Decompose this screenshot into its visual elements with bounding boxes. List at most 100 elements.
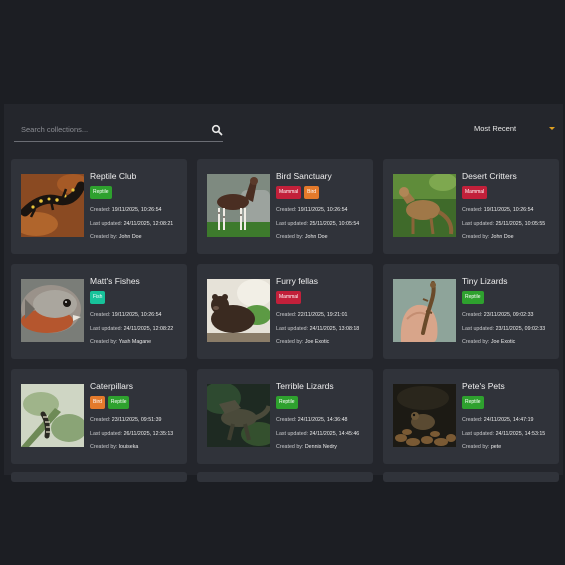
created-date-value: 23/11/2025, 09:02:33 xyxy=(483,312,534,318)
last-updated-date-label: Last updated: xyxy=(462,431,496,437)
last-updated-date-value: 24/11/2025, 14:53:15 xyxy=(495,431,546,437)
created-date: Created: 23/11/2025, 09:02:33 xyxy=(462,312,533,318)
last-updated-date-value: 25/11/2025, 10:05:55 xyxy=(495,221,546,227)
created-by: Created by: louiseka xyxy=(90,444,138,450)
created-date-value: 22/11/2025, 19:21:01 xyxy=(297,312,348,318)
collection-card-bird-sanctuary[interactable]: Bird Sanctuary Mammal Bird Created: 19/11/2… xyxy=(197,159,373,254)
tag-mammal: Mammal xyxy=(276,291,302,304)
collection-card-partial[interactable] xyxy=(11,472,187,482)
created-date-label: Created: xyxy=(90,207,112,213)
collection-card-furry-fellas[interactable]: Furry fellas Mammal Created: 22/11/2025, 1… xyxy=(197,264,373,359)
search-icon[interactable] xyxy=(211,124,223,136)
search-input[interactable] xyxy=(14,118,194,140)
collection-tags: Mammal Bird xyxy=(276,186,320,199)
created-date: Created: 22/11/2025, 19:21:01 xyxy=(276,312,347,318)
collection-card-reptile-club[interactable]: Reptile Club Reptile Created: 19/11/2025, … xyxy=(11,159,187,254)
created-date-value: 19/11/2025, 10:26:54 xyxy=(483,207,534,213)
last-updated-date: Last updated: 24/11/2025, 13:08:18 xyxy=(276,326,359,332)
collection-thumbnail xyxy=(393,279,456,342)
collection-card-caterpillars[interactable]: Caterpillars Bird Reptile Created: 23/11/20… xyxy=(11,369,187,464)
last-updated-date-label: Last updated: xyxy=(276,221,310,227)
collection-thumbnail xyxy=(207,384,270,447)
collection-tags: Reptile xyxy=(462,396,484,409)
tag-reptile: Reptile xyxy=(90,186,112,199)
search-bar xyxy=(14,118,223,142)
collection-title: Bird Sanctuary xyxy=(276,171,332,181)
created-date-label: Created: xyxy=(462,417,484,423)
collection-title: Tiny Lizards xyxy=(462,276,508,286)
created-date: Created: 19/11/2025, 10:26:54 xyxy=(90,312,161,318)
created-date-label: Created: xyxy=(90,312,112,318)
created-by-value: John Doe xyxy=(490,234,514,240)
collection-thumbnail xyxy=(21,174,84,237)
last-updated-date: Last updated: 26/11/2025, 12:35:13 xyxy=(90,431,173,437)
tag-mammal: Mammal xyxy=(276,186,302,199)
collection-card-pete-s-pets[interactable]: Pete's Pets Reptile Created: 24/11/2025, 1… xyxy=(383,369,559,464)
last-updated-date: Last updated: 25/11/2025, 10:05:55 xyxy=(462,221,545,227)
created-by-value: Dennis Nedry xyxy=(304,444,337,450)
last-updated-date-value: 24/11/2025, 14:45:46 xyxy=(309,431,360,437)
created-by-value: pete xyxy=(490,444,502,450)
tag-fish: Fish xyxy=(90,291,106,304)
created-date-value: 19/11/2025, 10:26:54 xyxy=(111,312,162,318)
created-by-label: Created by: xyxy=(276,339,305,345)
created-by-value: John Doe xyxy=(118,234,142,240)
created-date-value: 24/11/2025, 14:47:19 xyxy=(483,417,534,423)
collection-card-terrible-lizards[interactable]: Terrible Lizards Reptile Created: 24/11/20… xyxy=(197,369,373,464)
tag-bird: Bird xyxy=(304,186,320,199)
collection-title: Reptile Club xyxy=(90,171,137,181)
collection-card-partial[interactable] xyxy=(197,472,373,482)
created-by-label: Created by: xyxy=(462,234,491,240)
tag-reptile: Reptile xyxy=(462,396,484,409)
created-date: Created: 19/11/2025, 10:26:54 xyxy=(276,207,347,213)
created-date-label: Created: xyxy=(90,417,112,423)
created-by-label: Created by: xyxy=(276,444,305,450)
last-updated-date: Last updated: 24/11/2025, 12:08:21 xyxy=(90,221,173,227)
created-by-label: Created by: xyxy=(462,444,491,450)
last-updated-date-value: 24/11/2025, 12:08:22 xyxy=(123,326,174,332)
last-updated-date: Last updated: 25/11/2025, 10:05:54 xyxy=(276,221,359,227)
collection-thumbnail xyxy=(207,174,270,237)
created-date-value: 19/11/2025, 10:26:54 xyxy=(111,207,162,213)
created-by-label: Created by: xyxy=(462,339,491,345)
created-by-value: John Doe xyxy=(304,234,328,240)
collection-card-matt-s-fishes[interactable]: Matt's Fishes Fish Created: 19/11/2025, 10… xyxy=(11,264,187,359)
collection-tags: Reptile xyxy=(276,396,298,409)
created-by: Created by: Joe Exotic xyxy=(462,339,515,345)
created-by: Created by: John Doe xyxy=(90,234,142,240)
tag-reptile: Reptile xyxy=(107,396,130,409)
collection-card-tiny-lizards[interactable]: Tiny Lizards Reptile Created: 23/11/2025, … xyxy=(383,264,559,359)
collection-title: Caterpillars xyxy=(90,381,133,391)
collection-title: Matt's Fishes xyxy=(90,276,140,286)
created-date-label: Created: xyxy=(276,417,298,423)
created-by-label: Created by: xyxy=(90,339,119,345)
created-date-label: Created: xyxy=(462,207,484,213)
last-updated-date-label: Last updated: xyxy=(276,431,310,437)
collection-thumbnail xyxy=(21,384,84,447)
collection-tags: Mammal xyxy=(276,291,302,304)
chevron-down-icon xyxy=(549,127,555,130)
collection-card-partial[interactable] xyxy=(383,472,559,482)
created-date: Created: 23/11/2025, 09:51:39 xyxy=(90,417,161,423)
last-updated-date: Last updated: 24/11/2025, 14:53:15 xyxy=(462,431,545,437)
last-updated-date-label: Last updated: xyxy=(276,326,310,332)
created-by: Created by: pete xyxy=(462,444,501,450)
last-updated-date: Last updated: 24/11/2025, 12:08:22 xyxy=(90,326,173,332)
created-by: Created by: Yash Magane xyxy=(90,339,151,345)
created-by-label: Created by: xyxy=(90,444,119,450)
created-by: Created by: Joe Exotic xyxy=(276,339,329,345)
last-updated-date-value: 23/11/2025, 09:02:33 xyxy=(495,326,546,332)
collection-tags: Bird Reptile xyxy=(90,396,130,409)
collection-tags: Mammal xyxy=(462,186,488,199)
collection-card-desert-critters[interactable]: Desert Critters Mammal Created: 19/11/2025… xyxy=(383,159,559,254)
sort-dropdown[interactable]: Most Recent xyxy=(474,124,556,138)
collection-tags: Reptile xyxy=(462,291,484,304)
collection-thumbnail xyxy=(207,279,270,342)
last-updated-date-label: Last updated: xyxy=(90,221,124,227)
created-date: Created: 24/11/2025, 14:47:19 xyxy=(462,417,533,423)
created-by-label: Created by: xyxy=(90,234,119,240)
tag-reptile: Reptile xyxy=(462,291,484,304)
created-by-label: Created by: xyxy=(276,234,305,240)
created-date-label: Created: xyxy=(276,207,298,213)
created-date: Created: 19/11/2025, 10:26:54 xyxy=(462,207,533,213)
